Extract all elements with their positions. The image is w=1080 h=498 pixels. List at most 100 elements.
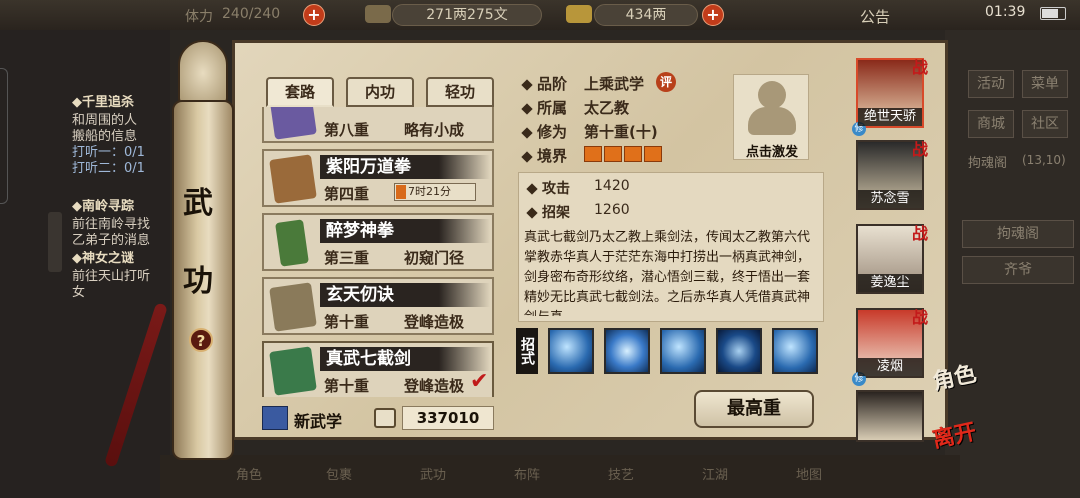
move-icon[interactable] — [772, 328, 818, 374]
party-member-name: 绝世天骄 — [858, 108, 922, 126]
gold-icon — [566, 5, 592, 23]
qi-button[interactable]: 齐爷 — [962, 256, 1074, 284]
attack-row: 攻击 — [526, 178, 570, 198]
realm-segment — [624, 146, 642, 162]
skill-level: 第十重 — [324, 377, 370, 395]
skill-status: 登峰造极 — [404, 313, 465, 331]
quest-title-3[interactable]: ◆神女之谜 — [72, 251, 167, 267]
quest-line: 打听一：0/1 — [72, 145, 145, 160]
battle-badge: 战 — [911, 224, 928, 243]
soul-hall-button-label: 拘魂阁 — [997, 226, 1039, 242]
quest-line: 打听二：0/1 — [72, 161, 145, 176]
training-timer: 7时21分 — [394, 183, 476, 201]
party-member[interactable] — [856, 390, 924, 442]
skill-name: 玄天仞诀 — [320, 283, 490, 307]
activity-button[interactable]: 活动 — [968, 70, 1014, 98]
silver-amount: 271两275文 — [392, 4, 542, 26]
add-gold-button[interactable]: + — [702, 4, 724, 26]
new-skill-button[interactable]: 新武学 — [294, 408, 342, 432]
figure-head-icon — [758, 81, 786, 109]
cultivation-row: 修为 — [521, 121, 567, 142]
skill-status: 略有小成 — [404, 121, 465, 139]
tab-routine[interactable]: 套路 — [266, 77, 334, 107]
party-member[interactable]: 战 修 绝世天骄 — [852, 58, 928, 136]
move-icon[interactable] — [716, 328, 762, 374]
review-badge[interactable]: 评 — [656, 72, 676, 92]
bottom-nav — [160, 455, 960, 498]
party-member[interactable]: 战 苏念雪 — [856, 140, 928, 210]
skill-list[interactable]: 第八重 略有小成 紫阳万道拳 第四重 7时21分 醉梦神拳 第三重 初窥门径 玄… — [258, 107, 500, 397]
notice-button[interactable]: 公告 — [860, 6, 890, 27]
skill-description[interactable]: 真武七截剑乃太乙教上乘剑法，传闻太乙教第六代掌教赤华真人于茫茫东海中打捞出一柄真… — [524, 228, 814, 316]
book-icon — [269, 154, 317, 204]
menu-button[interactable]: 菜单 — [1022, 70, 1068, 98]
grade-row: 品阶 — [521, 73, 568, 94]
party-member[interactable]: 战 修 凌烟 — [852, 308, 928, 386]
panel-title-char-1: 武 — [183, 186, 213, 221]
scroll-icon — [275, 219, 309, 267]
sect-row: 所属 — [521, 97, 568, 118]
training-time: 7时21分 — [408, 185, 451, 198]
skill-item[interactable]: 醉梦神拳 第三重 初窥门径 — [262, 213, 494, 271]
nav-role[interactable]: 角色 — [236, 464, 262, 483]
nav-craft[interactable]: 技艺 — [608, 464, 634, 483]
parry-label: 招架 — [542, 205, 570, 221]
realm-label: 境界 — [537, 147, 568, 165]
quest-collapse-handle[interactable] — [0, 68, 8, 204]
quest-title-2[interactable]: ◆南岭寻踪 — [72, 199, 167, 215]
checkmark-icon: ✔ — [470, 369, 489, 394]
nav-map[interactable]: 地图 — [796, 464, 822, 483]
skill-level: 第三重 — [324, 249, 370, 267]
tab-light-skill[interactable]: 轻功 — [426, 77, 494, 107]
move-icon[interactable] — [548, 328, 594, 374]
skill-item[interactable]: 第八重 略有小成 — [262, 107, 494, 143]
stamina-label: 体力 — [185, 9, 213, 25]
realm-segment — [584, 146, 602, 162]
soul-hall-button[interactable]: 拘魂阁 — [962, 220, 1074, 248]
attack-label: 攻击 — [542, 181, 570, 197]
nav-martial[interactable]: 武功 — [420, 464, 446, 483]
shop-button[interactable]: 商城 — [968, 110, 1014, 138]
soul-hall-count: (13,10) — [1022, 153, 1066, 167]
grade-label: 品阶 — [537, 75, 568, 93]
skill-item[interactable]: 紫阳万道拳 第四重 7时21分 — [262, 149, 494, 207]
quest-line: 女 — [72, 285, 86, 300]
nav-formation[interactable]: 布阵 — [514, 464, 540, 483]
sect-label: 所属 — [537, 99, 568, 117]
realm-row: 境界 — [521, 145, 568, 166]
move-icon[interactable] — [604, 328, 650, 374]
skill-item-selected[interactable]: 真武七截剑 第十重 登峰造极 ✔ — [262, 341, 494, 397]
qi-button-label: 齐爷 — [1004, 262, 1032, 278]
skill-name: 紫阳万道拳 — [320, 155, 490, 179]
nav-world[interactable]: 江湖 — [702, 464, 728, 483]
skill-points: 337010 — [402, 406, 494, 430]
move-icon[interactable] — [660, 328, 706, 374]
activate-panel[interactable]: 点击激发 — [733, 74, 809, 160]
battery-icon — [1040, 7, 1066, 20]
skill-level: 第四重 — [324, 185, 370, 203]
new-skill-icon — [262, 406, 288, 430]
book-points-icon — [374, 408, 396, 428]
scroll-top-knob — [178, 40, 228, 106]
nav-bag[interactable]: 包裹 — [326, 464, 352, 483]
quest-title-1[interactable]: ◆千里追杀 — [72, 95, 167, 111]
skill-name: 醉梦神拳 — [320, 219, 490, 243]
community-button[interactable]: 社区 — [1022, 110, 1068, 138]
tab-inner-skill[interactable]: 内功 — [346, 77, 414, 107]
max-level-button[interactable]: 最高重 — [694, 390, 814, 428]
attack-value: 1420 — [594, 178, 630, 194]
book-icon — [269, 107, 317, 140]
party-member[interactable]: 战 姜逸尘 — [856, 224, 928, 294]
parry-row: 招架 — [526, 202, 570, 222]
quest-line: 搬船的信息 — [72, 129, 138, 144]
stamina-value: 240/240 — [222, 6, 281, 22]
skill-status: 初窥门径 — [404, 249, 465, 267]
quest-scrollbar[interactable] — [48, 212, 62, 272]
help-button[interactable]: ? — [189, 328, 213, 352]
skill-level: 第八重 — [324, 121, 370, 139]
skill-item[interactable]: 玄天仞诀 第十重 登峰造极 — [262, 277, 494, 335]
quest-line: 前往南岭寻找 — [72, 217, 151, 232]
clock: 01:39 — [985, 4, 1026, 20]
realm-bar — [584, 146, 664, 162]
add-stamina-button[interactable]: + — [303, 4, 325, 26]
